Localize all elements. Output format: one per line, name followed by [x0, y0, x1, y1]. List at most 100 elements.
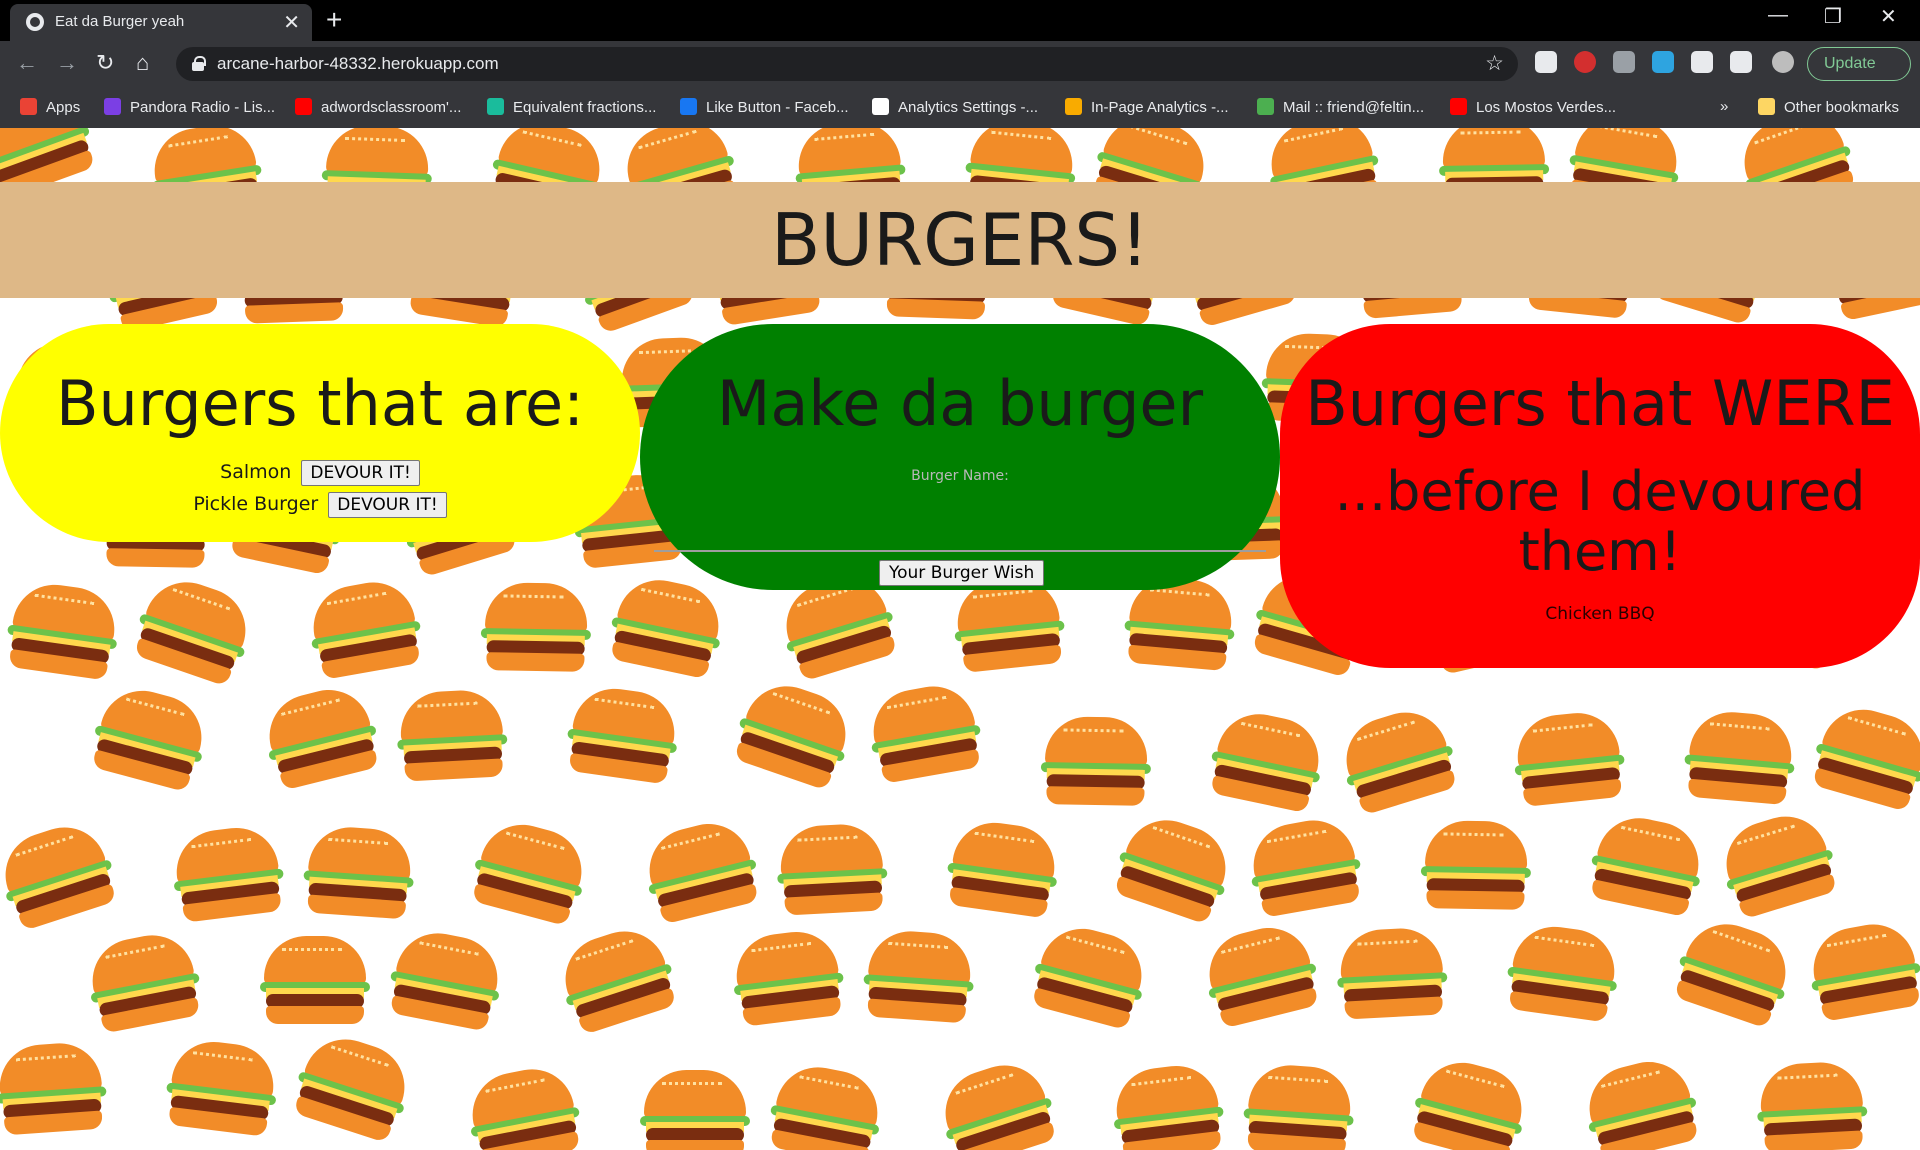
analytics-icon — [1065, 98, 1082, 115]
burger-wallpaper-icon — [1040, 716, 1152, 808]
forward-icon[interactable]: → — [56, 50, 78, 76]
youtube-icon — [295, 98, 312, 115]
burger-row: Salmon DEVOUR IT! — [0, 458, 640, 487]
burger-wallpaper-icon — [1335, 926, 1450, 1022]
mail-icon — [1257, 98, 1274, 115]
profile-avatar[interactable] — [1772, 51, 1794, 73]
globe-icon — [26, 13, 44, 31]
bookmark-facebook[interactable]: Like Button - Faceb... — [680, 98, 849, 116]
browser-tab[interactable]: Eat da Burger yeah ✕ — [10, 4, 312, 41]
devour-button[interactable]: DEVOUR IT! — [328, 492, 447, 518]
page-header: BURGERS! — [0, 182, 1920, 298]
bookmarks-overflow-icon[interactable]: » — [1720, 98, 1728, 115]
burger-wallpaper-icon — [127, 570, 260, 691]
burger-wallpaper-icon — [637, 814, 766, 928]
bookmark-analytics-settings[interactable]: Analytics Settings -... — [872, 98, 1038, 116]
tab-title: Eat da Burger yeah — [55, 13, 185, 30]
burger-wallpaper-icon — [727, 674, 860, 795]
bookmark-label: Apps — [46, 99, 81, 116]
fractions-icon — [487, 98, 504, 115]
burger-name-input[interactable] — [654, 550, 1266, 552]
burger-wallpaper-icon — [168, 823, 288, 926]
other-bookmarks[interactable]: Other bookmarks — [1758, 98, 1899, 116]
bookmark-label: Los Mostos Verdes... — [1476, 99, 1617, 116]
burger-wallpaper-icon — [1243, 813, 1367, 921]
burger-wallpaper-icon — [863, 679, 987, 787]
burger-wallpaper-icon — [1584, 810, 1710, 921]
bookmark-label: Analytics Settings -... — [898, 99, 1039, 116]
minimize-icon[interactable]: — — [1768, 4, 1788, 27]
update-button[interactable]: Update — [1807, 47, 1911, 81]
burger-wallpaper-icon — [1107, 808, 1240, 929]
burger-wallpaper-icon — [1108, 1061, 1228, 1150]
bookmark-fractions[interactable]: Equivalent fractions... — [487, 98, 656, 116]
youtube-icon — [1450, 98, 1467, 115]
browser-toolbar: ← → ↻ ⌂ arcane-harbor-48332.herokuapp.co… — [0, 41, 1920, 87]
back-icon[interactable]: ← — [16, 50, 38, 76]
devoured-burger-item: Chicken BBQ — [1545, 604, 1655, 624]
bookmark-label: Other bookmarks — [1784, 99, 1900, 116]
bookmark-los-mostos[interactable]: Los Mostos Verdes... — [1450, 98, 1616, 116]
window-close-icon[interactable]: ✕ — [1880, 4, 1897, 29]
bookmark-adwords[interactable]: adwordsclassroom'... — [295, 98, 461, 116]
reload-icon[interactable]: ↻ — [96, 50, 114, 76]
burger-wallpaper-icon — [604, 572, 730, 683]
home-icon[interactable]: ⌂ — [136, 50, 149, 76]
cloud-extension-icon[interactable] — [1652, 51, 1674, 73]
burger-wallpaper-icon — [942, 817, 1063, 921]
burger-wallpaper-icon — [85, 680, 215, 795]
burger-row: Pickle Burger DEVOUR IT! — [0, 490, 640, 519]
burger-wallpaper-icon — [1755, 1060, 1870, 1150]
bookmark-apps[interactable]: Apps — [20, 98, 80, 116]
folder-icon — [1758, 98, 1775, 115]
submit-burger-button[interactable]: Your Burger Wish — [879, 560, 1045, 586]
google-icon — [872, 98, 889, 115]
burger-wallpaper-icon — [2, 579, 123, 683]
burger-wallpaper-icon — [1420, 820, 1532, 912]
burger-wallpaper-icon — [775, 822, 890, 918]
bookmark-label: Pandora Radio - Lis... — [130, 99, 276, 116]
burger-wallpaper-icon — [763, 1059, 888, 1150]
burger-wallpaper-icon — [1197, 918, 1326, 1032]
new-tab-icon[interactable]: + — [326, 4, 342, 36]
address-bar[interactable]: arcane-harbor-48332.herokuapp.com ☆ — [176, 47, 1518, 81]
burger-wallpaper-icon — [1712, 805, 1844, 923]
burger-wallpaper-icon — [1510, 708, 1629, 809]
bookmark-label: Mail :: friend@feltin... — [1283, 99, 1425, 116]
devoured-heading: Burgers that WERE — [1305, 367, 1895, 440]
burger-wallpaper-icon — [465, 814, 595, 929]
adblock-extension-icon[interactable] — [1574, 51, 1596, 73]
page-title: BURGERS! — [771, 198, 1149, 282]
burger-wallpaper-icon — [395, 688, 510, 784]
facebook-icon — [680, 98, 697, 115]
burger-name: Salmon — [220, 461, 292, 483]
keep-extension-icon[interactable] — [1613, 51, 1635, 73]
bookmark-label: adwordsclassroom'... — [321, 99, 462, 116]
bookmark-label: Equivalent fractions... — [513, 99, 657, 116]
burger-wallpaper-icon — [0, 1040, 109, 1137]
burger-wallpaper-icon — [303, 575, 427, 683]
bookmark-star-icon[interactable]: ☆ — [1485, 51, 1504, 76]
bookmark-pandora[interactable]: Pandora Radio - Lis... — [104, 98, 275, 116]
lock-icon — [192, 56, 206, 71]
tab-strip: Eat da Burger yeah ✕ + — ❐ ✕ — [0, 0, 1920, 41]
restore-icon[interactable]: ❐ — [1824, 4, 1842, 29]
close-tab-icon[interactable]: ✕ — [283, 10, 300, 35]
burger-wallpaper-icon — [1241, 1062, 1357, 1150]
make-burger-heading: Make da burger — [716, 367, 1204, 440]
apps-grid-icon — [20, 98, 37, 115]
bookmarks-bar: Apps Pandora Radio - Lis... adwordsclass… — [0, 87, 1920, 128]
devour-button[interactable]: DEVOUR IT! — [301, 460, 420, 486]
burger-wallpaper-icon — [1405, 1052, 1535, 1150]
burger-wallpaper-icon — [640, 1070, 750, 1150]
bookmark-label: In-Page Analytics -... — [1091, 99, 1229, 116]
burger-wallpaper-icon — [301, 824, 417, 921]
bookmark-in-page-analytics[interactable]: In-Page Analytics -... — [1065, 98, 1229, 116]
extensions-puzzle-icon[interactable] — [1691, 51, 1713, 73]
make-burger-panel: Make da burger Burger Name: Your Burger … — [640, 324, 1280, 590]
cast-extension-icon[interactable] — [1535, 51, 1557, 73]
reading-list-icon[interactable] — [1730, 51, 1752, 73]
burger-wallpaper-icon — [383, 925, 508, 1034]
burger-wallpaper-icon — [480, 582, 592, 674]
bookmark-mail[interactable]: Mail :: friend@feltin... — [1257, 98, 1424, 116]
